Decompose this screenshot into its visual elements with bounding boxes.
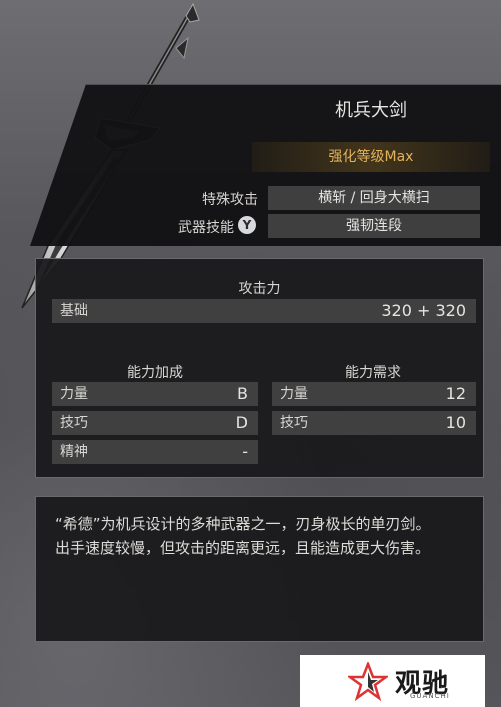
requirements-title: 能力需求 (345, 365, 401, 381)
requirement-row-value: 12 (445, 384, 466, 403)
requirement-row-label: 力量 (280, 386, 308, 402)
description-text: “希德”为机兵设计的多种武器之一，刃身极长的单刃剑。 出手速度较慢，但攻击的距离… (55, 512, 471, 560)
scaling-row: 力量 B (52, 382, 258, 406)
scaling-row-value: - (242, 442, 248, 461)
description-line-1: “希德”为机兵设计的多种武器之一，刃身极长的单刃剑。 (55, 515, 431, 533)
scaling-row: 精神 - (52, 440, 258, 464)
watermark-box (300, 655, 485, 707)
special-attack-label: 特殊攻击 (202, 192, 258, 208)
watermark-logo-icon (348, 662, 388, 702)
scaling-row-label: 力量 (60, 386, 88, 402)
weapon-skill-label: 武器技能 (178, 220, 234, 236)
description-line-2: 出手速度较慢，但攻击的距离更远，且能造成更大伤害。 (55, 539, 431, 557)
scaling-row-label: 精神 (60, 444, 88, 460)
scaling-row-label: 技巧 (60, 415, 88, 431)
attack-base-value: 320 + 320 (381, 301, 466, 320)
attack-title: 攻击力 (238, 281, 281, 297)
scaling-row: 技巧 D (52, 411, 258, 435)
scaling-row-value: D (235, 413, 248, 432)
scaling-title: 能力加成 (127, 365, 183, 381)
attack-base-row: 基础 320 + 320 (52, 299, 476, 323)
requirement-row-label: 技巧 (280, 415, 308, 431)
requirement-row: 力量 12 (272, 382, 476, 406)
scaling-row-value: B (237, 384, 248, 403)
enhancement-level: 强化等级Max (252, 142, 490, 172)
special-attack-value: 横斩 / 回身大横扫 (268, 186, 480, 210)
y-button-icon[interactable]: Y (238, 216, 256, 234)
requirement-row: 技巧 10 (272, 411, 476, 435)
watermark-sub: GUANCHI (410, 692, 450, 700)
weapon-name: 机兵大剑 (335, 100, 407, 121)
weapon-skill-value: 强韧连段 (268, 214, 480, 238)
requirement-row-value: 10 (445, 413, 466, 432)
attack-base-label: 基础 (60, 303, 88, 319)
